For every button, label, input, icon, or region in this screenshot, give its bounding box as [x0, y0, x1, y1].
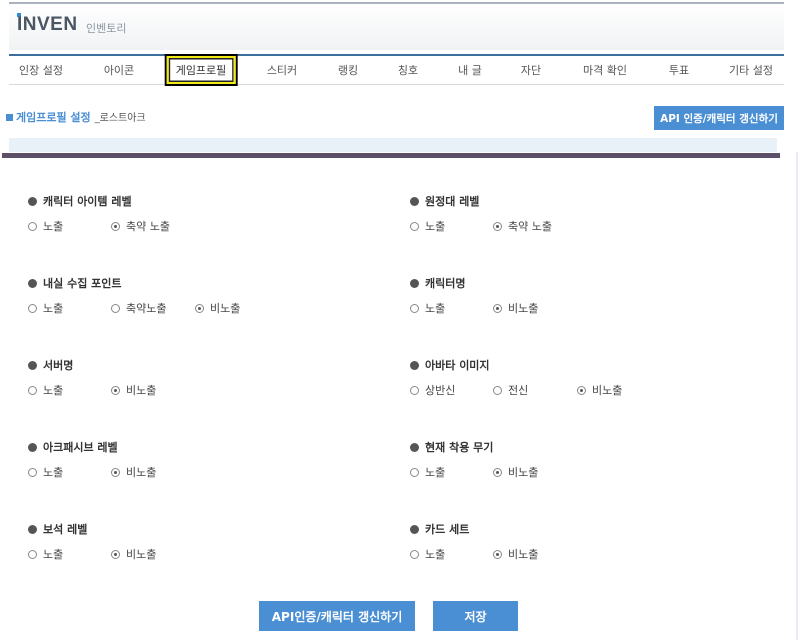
option-charname-show[interactable]: 노출	[410, 300, 445, 316]
radio-icon[interactable]	[28, 385, 37, 395]
section-subtitle: _로스트아크	[94, 113, 146, 124]
section-divider	[2, 153, 780, 158]
right-border	[796, 152, 798, 640]
radio-checked-icon[interactable]	[111, 385, 120, 395]
radio-icon[interactable]	[111, 303, 120, 313]
field-label-avatar-image: 아바타 이미지	[410, 357, 490, 373]
option-charname-hide[interactable]: 비노출	[493, 300, 538, 316]
nav-tab-my-posts[interactable]: 내 글	[458, 62, 482, 78]
field-label-ark-passive: 아크패시브 레벨	[28, 439, 118, 455]
nav-tab-other-settings[interactable]: 기타 설정	[729, 62, 773, 78]
inven-logo[interactable]: INVEN	[17, 14, 78, 36]
bullet-icon	[410, 361, 419, 370]
nav-tab-check[interactable]: 마격 확인	[583, 62, 627, 78]
option-card-hide[interactable]: 비노출	[493, 546, 538, 562]
bullet-icon	[410, 525, 419, 534]
radio-icon[interactable]	[28, 221, 37, 231]
radio-checked-icon[interactable]	[493, 467, 502, 477]
radio-checked-icon[interactable]	[195, 303, 204, 313]
radio-checked-icon[interactable]	[111, 549, 120, 559]
option-gem-show[interactable]: 노출	[28, 546, 63, 562]
api-refresh-button[interactable]: API인증/캐릭터 갱신하기	[259, 601, 415, 631]
bullet-icon	[28, 279, 37, 288]
field-label-server-name: 서버명	[28, 357, 73, 373]
field-label-equipped-weapon: 현재 착용 무기	[410, 439, 493, 455]
api-refresh-button-top[interactable]: API 인증/캐릭터 갱신하기	[654, 106, 784, 130]
radio-checked-icon[interactable]	[493, 303, 502, 313]
radio-checked-icon[interactable]	[493, 549, 502, 559]
nav-tab-icon[interactable]: 아이콘	[104, 62, 134, 78]
field-label-expedition-level: 원정대 레벨	[410, 193, 479, 209]
option-avatar-hide[interactable]: 비노출	[577, 382, 622, 398]
radio-checked-icon[interactable]	[577, 385, 586, 395]
radio-icon[interactable]	[28, 549, 37, 559]
section-heading: 게임프로필 설정 _로스트아크	[6, 109, 146, 125]
nav-tab-sticker[interactable]: 스티커	[267, 62, 297, 78]
square-bullet-icon	[6, 114, 13, 121]
bullet-icon	[410, 197, 419, 206]
info-band	[9, 138, 777, 152]
option-avatar-upper[interactable]: 상반신	[410, 382, 455, 398]
radio-checked-icon[interactable]	[111, 467, 120, 477]
nav-tab-game-profile[interactable]: 게임프로필	[166, 56, 236, 84]
nav-tab-inscription[interactable]: 인장 설정	[19, 62, 63, 78]
radio-checked-icon[interactable]	[111, 221, 120, 231]
option-avatar-full[interactable]: 전신	[493, 382, 528, 398]
nav-tab-vote[interactable]: 투표	[669, 62, 689, 78]
bullet-icon	[28, 525, 37, 534]
option-expedition-short[interactable]: 축약 노출	[493, 218, 552, 234]
radio-checked-icon[interactable]	[493, 221, 502, 231]
bullet-icon	[28, 361, 37, 370]
option-collection-hide[interactable]: 비노출	[195, 300, 240, 316]
option-gem-hide[interactable]: 비노출	[111, 546, 156, 562]
nav-tab-ranking[interactable]: 랭킹	[338, 62, 358, 78]
option-collection-show[interactable]: 노출	[28, 300, 63, 316]
option-arkpassive-show[interactable]: 노출	[28, 464, 63, 480]
field-label-item-level: 캐릭터 아이템 레벨	[28, 193, 132, 209]
section-title: 게임프로필 설정	[16, 111, 91, 124]
bullet-icon	[28, 443, 37, 452]
field-label-gem-level: 보석 레벨	[28, 521, 87, 537]
radio-icon[interactable]	[410, 385, 419, 395]
radio-icon[interactable]	[28, 467, 37, 477]
bullet-icon	[28, 197, 37, 206]
save-button[interactable]: 저장	[433, 601, 518, 631]
header-bar: INVEN 인벤토리	[9, 4, 784, 50]
option-item-level-show[interactable]: 노출	[28, 218, 63, 234]
option-collection-short[interactable]: 축약노출	[111, 300, 166, 316]
radio-icon[interactable]	[493, 385, 502, 395]
radio-icon[interactable]	[410, 467, 419, 477]
field-label-card-set: 카드 세트	[410, 521, 469, 537]
option-weapon-show[interactable]: 노출	[410, 464, 445, 480]
option-card-show[interactable]: 노출	[410, 546, 445, 562]
logo-subtitle: 인벤토리	[86, 22, 127, 35]
option-arkpassive-hide[interactable]: 비노출	[111, 464, 156, 480]
radio-icon[interactable]	[28, 303, 37, 313]
radio-icon[interactable]	[410, 303, 419, 313]
option-expedition-show[interactable]: 노출	[410, 218, 445, 234]
option-server-show[interactable]: 노출	[28, 382, 63, 398]
bullet-icon	[410, 443, 419, 452]
field-label-collection-points: 내실 수집 포인트	[28, 275, 122, 291]
field-label-character-name: 캐릭터명	[410, 275, 465, 291]
main-nav: 인장 설정 아이콘 게임프로필 스티커 랭킹 칭호 내 글 자단 마격 확인 투…	[9, 56, 784, 85]
option-item-level-short[interactable]: 축약 노출	[111, 218, 170, 234]
option-weapon-hide[interactable]: 비노출	[493, 464, 538, 480]
nav-tab-title[interactable]: 칭호	[398, 62, 418, 78]
option-server-hide[interactable]: 비노출	[111, 382, 156, 398]
radio-icon[interactable]	[410, 549, 419, 559]
nav-tab-block[interactable]: 자단	[521, 62, 541, 78]
bullet-icon	[410, 279, 419, 288]
radio-icon[interactable]	[410, 221, 419, 231]
